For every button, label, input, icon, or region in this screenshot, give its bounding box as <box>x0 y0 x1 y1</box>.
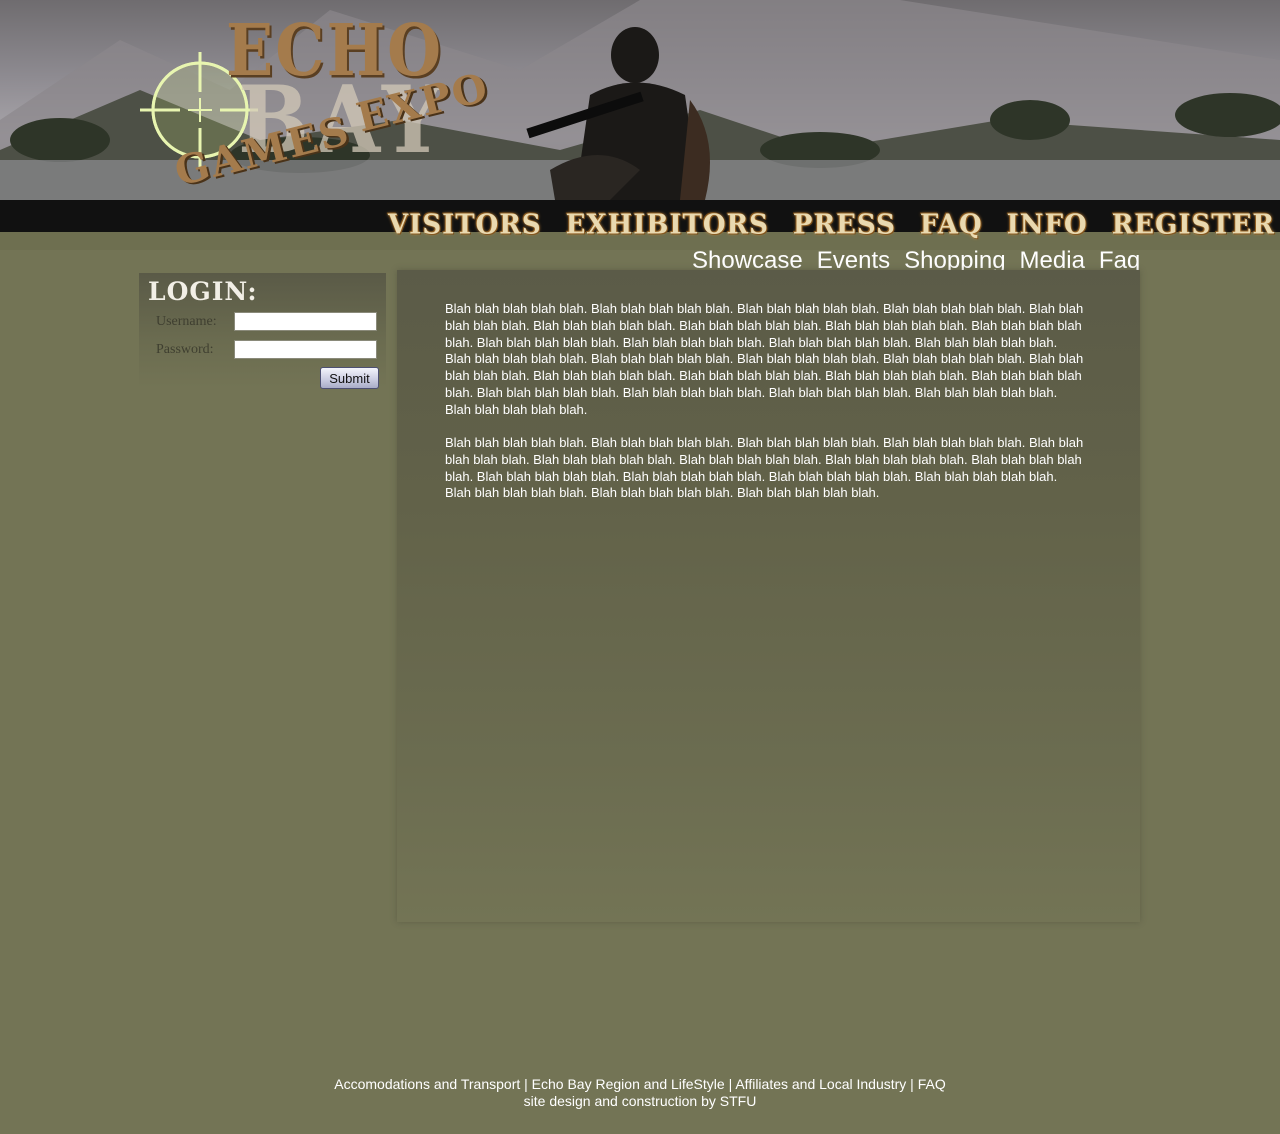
login-panel: LOGIN: Username: Password: Submit <box>139 273 386 389</box>
main-nav: VISITORS EXHIBITORS PRESS FAQ INFO REGIS… <box>388 205 1275 245</box>
nav-visitors[interactable]: VISITORS <box>388 204 542 246</box>
submit-button[interactable]: Submit <box>320 367 379 389</box>
footer-links: Accomodations and Transport | Echo Bay R… <box>0 1076 1280 1093</box>
nav-exhibitors[interactable]: EXHIBITORS <box>566 204 769 246</box>
nav-press[interactable]: PRESS <box>793 204 896 246</box>
footer-link-affiliates[interactable]: Affiliates and Local Industry <box>735 1076 906 1092</box>
footer-link-region[interactable]: Echo Bay Region and LifeStyle <box>532 1076 725 1092</box>
content-paragraph-1: Blah blah blah blah blah. Blah blah blah… <box>445 301 1084 417</box>
footer-link-accomodations[interactable]: Accomodations and Transport <box>334 1076 520 1092</box>
main-content: Blah blah blah blah blah. Blah blah blah… <box>397 270 1140 922</box>
content-paragraph-2: Blah blah blah blah blah. Blah blah blah… <box>445 435 1084 501</box>
login-title: LOGIN: <box>148 277 258 306</box>
password-input[interactable] <box>234 340 377 359</box>
nav-register[interactable]: REGISTER <box>1112 204 1275 246</box>
site-header: ECHO BAY GAMES EXPO VISITORS EXHIBITORS … <box>0 0 1280 250</box>
username-label: Username: <box>156 314 217 329</box>
nav-faq[interactable]: FAQ <box>920 204 983 246</box>
site-footer: Accomodations and Transport | Echo Bay R… <box>0 1076 1280 1110</box>
username-input[interactable] <box>234 312 377 331</box>
footer-credit: site design and construction by STFU <box>523 1093 757 1109</box>
nav-info[interactable]: INFO <box>1007 204 1088 246</box>
footer-separator: | <box>520 1076 532 1092</box>
footer-link-faq[interactable]: FAQ <box>918 1076 946 1092</box>
footer-separator: | <box>906 1076 918 1092</box>
password-label: Password: <box>156 342 214 357</box>
footer-separator: | <box>724 1076 736 1092</box>
